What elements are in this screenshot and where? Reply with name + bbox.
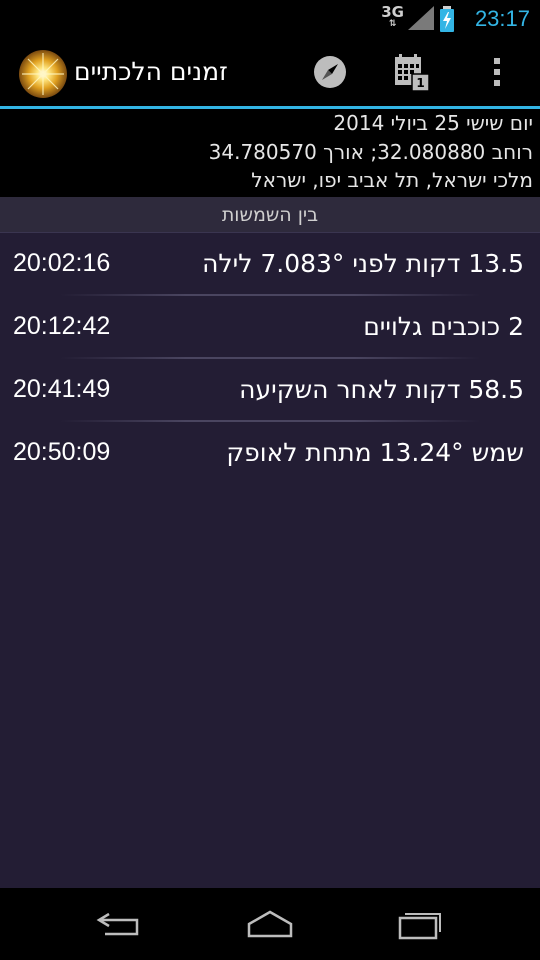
action-bar: זמנים הלכתיים 1 [0,38,540,109]
app-sun-icon[interactable] [18,49,68,99]
status-bar: 3G ⇅ 23:17 [0,0,540,38]
list-item[interactable]: 58.5 דקות לאחר השקיעה 20:41:49 [0,359,540,422]
date-text: יום שישי 25 ביולי 2014 [333,111,533,135]
item-label: 2 כוכבים גלויים [363,312,524,341]
list-item[interactable]: 13.5 דקות לפני 7.083° לילה 20:02:16 [0,233,540,296]
location-text: מלכי ישראל, תל אביב יפו, ישראל [251,168,533,192]
signal-icon [408,6,434,30]
item-time: 20:02:16 [13,249,111,277]
location-info: יום שישי 25 ביולי 2014 רוחב 32.080880; א… [0,109,540,197]
home-icon[interactable] [245,906,295,942]
item-time: 20:12:42 [13,312,111,340]
overflow-menu-icon[interactable] [478,52,518,92]
back-icon[interactable] [95,906,145,942]
battery-charging-icon [440,6,454,32]
list-item[interactable]: שמש 13.24° מתחת לאופק 20:50:09 [0,422,540,485]
network-indicator: 3G ⇅ [381,5,404,30]
recents-icon[interactable] [395,906,445,942]
navigation-bar [0,888,540,960]
compass-icon[interactable] [310,52,350,92]
section-header: בין השמשות [0,197,540,233]
svg-text:1: 1 [416,76,424,90]
app-title: זמנים הלכתיים [74,57,228,86]
item-label: 58.5 דקות לאחר השקיעה [239,375,524,404]
clock: 23:17 [474,6,530,31]
list-item[interactable]: 2 כוכבים גלויים 20:12:42 [0,296,540,359]
item-label: שמש 13.24° מתחת לאופק [226,438,524,467]
calendar-icon[interactable]: 1 [391,52,431,92]
zmanim-list: בין השמשות 13.5 דקות לפני 7.083° לילה 20… [0,197,540,888]
item-time: 20:50:09 [13,438,111,466]
coordinates-text: רוחב 32.080880; אורך 34.780570 [208,139,533,164]
item-time: 20:41:49 [13,375,111,403]
item-label: 13.5 דקות לפני 7.083° לילה [202,249,524,278]
